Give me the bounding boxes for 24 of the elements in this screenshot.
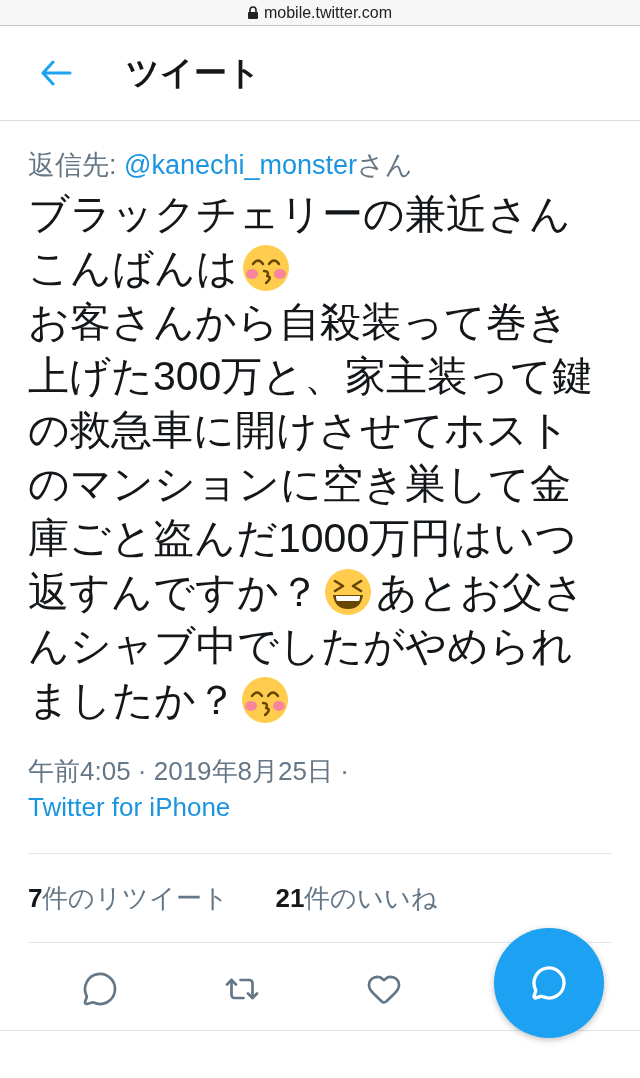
kissing-face-icon [242,244,290,292]
tweet-text: 庫ごと盗んだ1000万円はいつ [28,514,578,562]
url-text[interactable]: mobile.twitter.com [263,2,392,23]
tweet-text: ブラックチェリーの兼近さん [28,190,571,238]
kissing-face-icon [241,676,289,724]
retweet-count-link[interactable]: 7件のリツイート [28,882,230,914]
laughing-face-icon [324,568,372,616]
tweet-text: の救急車に開けさせてホスト [28,406,570,454]
page-title: ツイート [126,53,261,93]
tweet-meta-text: 午前4:05 · 2019年8月25日 · Twitter for iPhone [28,755,350,824]
tweet-text: 返すんですか？ [28,568,320,616]
tweet-text: こんばんは [28,244,238,292]
lock-icon [247,6,258,19]
tweet-text: ましたか？ [28,676,237,724]
tweet-text: お客さんから自殺装って巻き [28,298,569,346]
speech-bubble-icon [531,965,567,1001]
like-count-link[interactable]: 21件のいいね [275,882,439,914]
speech-bubble-icon[interactable] [82,970,118,1007]
reply-to-text: 返信先: @kanechi_monsterさん [28,149,414,181]
tweet-text: あとお父さ [376,568,585,616]
floating-reply-button[interactable] [494,928,604,1038]
tweet-text: 上げた300万と、家主装って鍵 [28,352,594,400]
tweet-text: んシャブ中でしたがやめられ [28,622,573,670]
tweet-text: のマンションに空き巣して金 [28,460,571,508]
